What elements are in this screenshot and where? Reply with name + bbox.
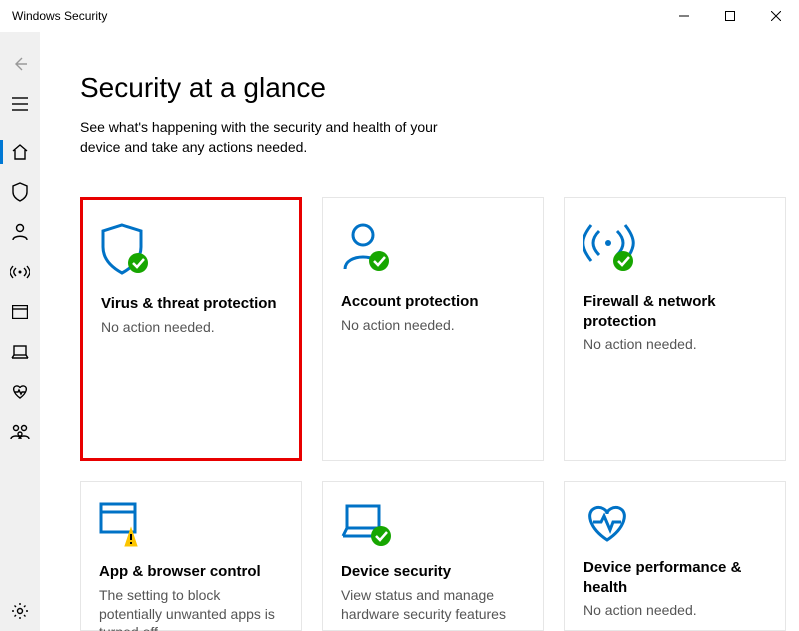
nav-family[interactable]	[0, 412, 40, 452]
maximize-button[interactable]	[707, 0, 753, 32]
broadcast-icon	[10, 263, 30, 281]
tile-subtitle: No action needed.	[341, 316, 455, 335]
minimize-icon	[679, 11, 689, 21]
person-icon	[11, 223, 29, 241]
tile-account-protection[interactable]: Account protection No action needed.	[322, 197, 544, 461]
home-icon	[11, 143, 29, 161]
close-button[interactable]	[753, 0, 799, 32]
nav-rail	[0, 32, 40, 631]
shield-icon	[11, 182, 29, 202]
tile-firewall-network[interactable]: Firewall & network protection No action …	[564, 197, 786, 461]
tile-virus-threat[interactable]: Virus & threat protection No action need…	[80, 197, 302, 461]
nav-virus-threat[interactable]	[0, 172, 40, 212]
hamburger-button[interactable]	[0, 84, 40, 124]
nav-device-security[interactable]	[0, 332, 40, 372]
tile-title: Virus & threat protection	[101, 294, 277, 314]
tile-subtitle: No action needed.	[101, 318, 215, 337]
person-check-icon	[341, 218, 391, 278]
tile-title: Firewall & network protection	[583, 292, 767, 331]
tile-title: Device performance & health	[583, 558, 767, 597]
back-arrow-icon	[11, 55, 29, 73]
tile-device-performance[interactable]: Device performance & health No action ne…	[564, 481, 786, 631]
nav-firewall[interactable]	[0, 252, 40, 292]
nav-device-performance[interactable]	[0, 372, 40, 412]
broadcast-check-icon	[583, 218, 637, 278]
family-icon	[10, 424, 30, 440]
page-title: Security at a glance	[80, 72, 759, 104]
tile-title: App & browser control	[99, 562, 261, 582]
titlebar: Windows Security	[0, 0, 799, 32]
tile-title: Account protection	[341, 292, 479, 312]
page-subtitle: See what's happening with the security a…	[80, 118, 460, 157]
tile-subtitle: The setting to block potentially unwante…	[99, 586, 283, 631]
nav-account[interactable]	[0, 212, 40, 252]
tile-subtitle: View status and manage hardware security…	[341, 586, 525, 624]
shield-check-icon	[101, 220, 151, 280]
close-icon	[771, 11, 781, 21]
nav-app-browser[interactable]	[0, 292, 40, 332]
browser-icon	[12, 305, 28, 319]
tile-subtitle: No action needed.	[583, 335, 697, 354]
tile-app-browser[interactable]: App & browser control The setting to blo…	[80, 481, 302, 631]
minimize-button[interactable]	[661, 0, 707, 32]
nav-settings[interactable]	[0, 591, 40, 631]
gear-icon	[11, 602, 29, 620]
heart-pulse-icon	[11, 384, 29, 400]
back-button[interactable]	[0, 44, 40, 84]
maximize-icon	[725, 11, 735, 21]
laptop-icon	[11, 345, 29, 359]
window-title: Windows Security	[12, 9, 107, 23]
tile-title: Device security	[341, 562, 451, 582]
nav-home[interactable]	[0, 132, 40, 172]
browser-warning-icon	[99, 502, 149, 548]
hamburger-icon	[12, 97, 28, 111]
main-content: Security at a glance See what's happenin…	[40, 32, 799, 631]
tile-device-security[interactable]: Device security View status and manage h…	[322, 481, 544, 631]
heart-pulse-icon	[583, 502, 631, 544]
tile-subtitle: No action needed.	[583, 601, 697, 620]
laptop-check-icon	[341, 502, 395, 548]
